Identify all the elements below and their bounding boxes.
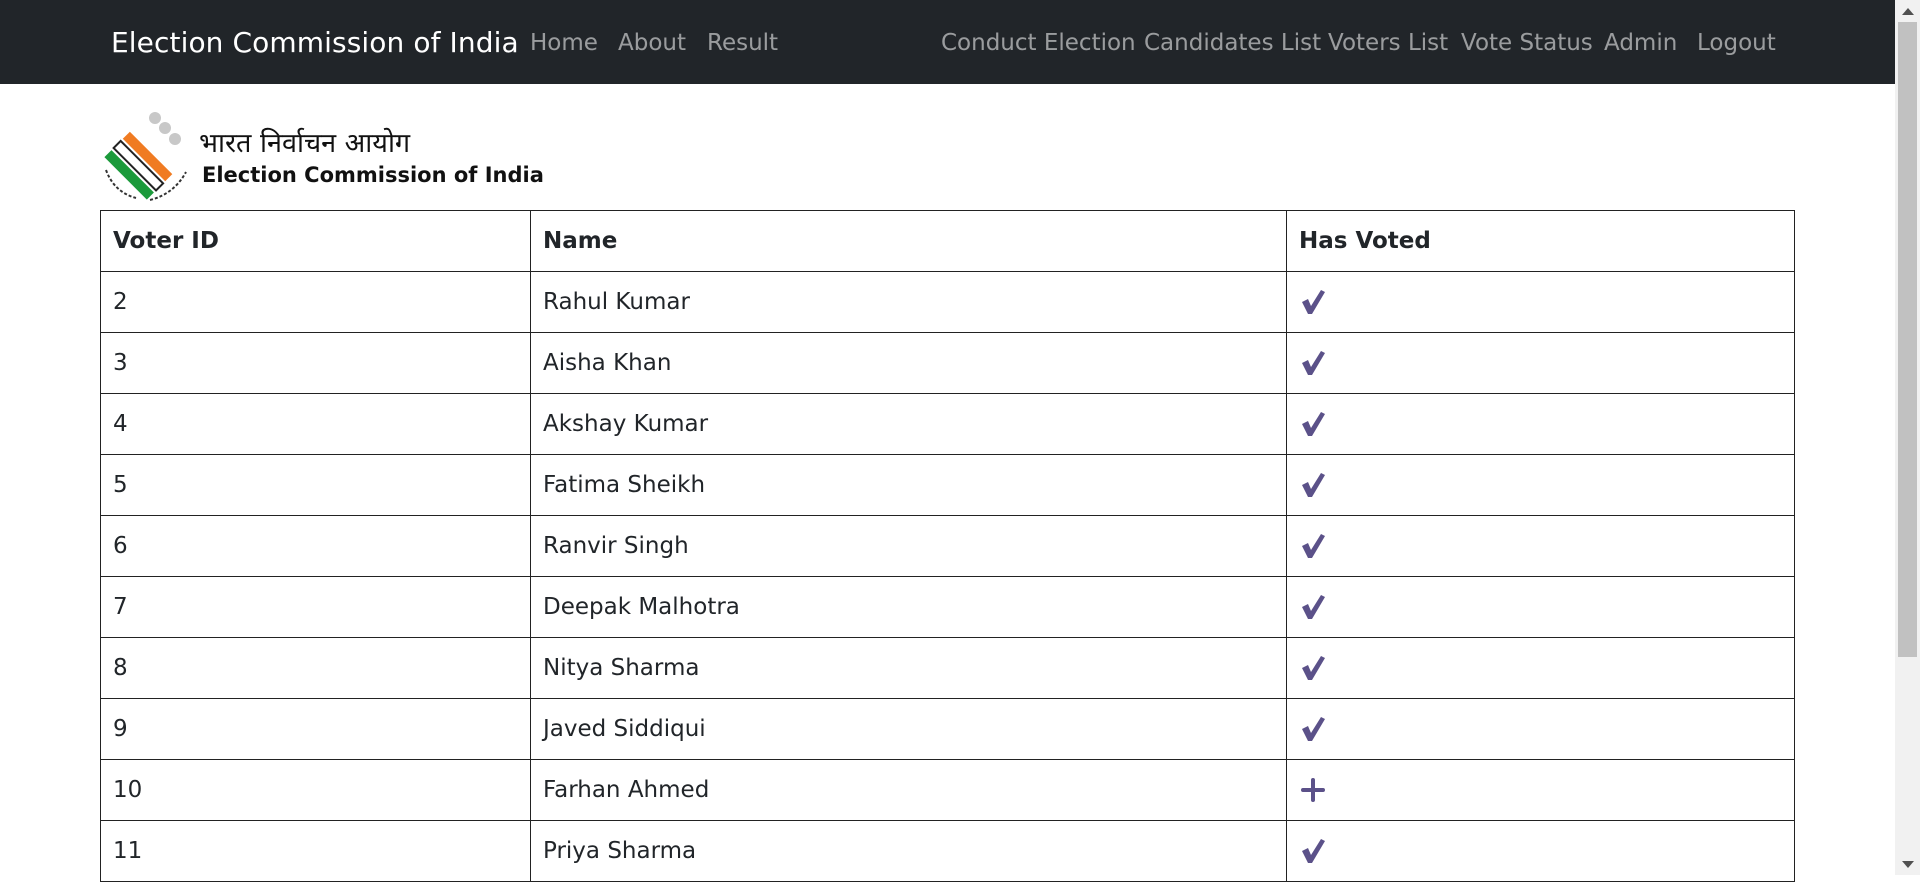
table-row: 8 Nitya Sharma xyxy=(100,637,1795,699)
voter-id-cell: 3 xyxy=(100,332,531,394)
header-has-voted: Has Voted xyxy=(1286,210,1795,272)
voters-table: Voter ID Name Has Voted 2 Rahul Kumar 3 Ais… xyxy=(100,210,1795,882)
table-row: 5 Fatima Sheikh xyxy=(100,454,1795,516)
voter-name-cell: Rahul Kumar xyxy=(530,271,1287,333)
nav-link-home[interactable]: Home xyxy=(530,0,598,86)
header-voter-id: Voter ID xyxy=(100,210,531,272)
logo-hindi-text: भारत निर्वाचन आयोग xyxy=(199,128,411,159)
check-icon xyxy=(1302,595,1325,619)
voter-name-cell: Akshay Kumar xyxy=(530,393,1287,455)
table-row: 7 Deepak Malhotra xyxy=(100,576,1795,638)
plus-icon xyxy=(1301,778,1325,802)
table-row: 9 Javed Siddiqui xyxy=(100,698,1795,760)
voter-id-cell: 4 xyxy=(100,393,531,455)
voter-id-cell: 6 xyxy=(100,515,531,577)
voter-name-cell: Farhan Ahmed xyxy=(530,759,1287,821)
voter-name-cell: Fatima Sheikh xyxy=(530,454,1287,516)
table-row: 11 Priya Sharma xyxy=(100,820,1795,882)
check-icon xyxy=(1302,656,1325,680)
table-row: 6 Ranvir Singh xyxy=(100,515,1795,577)
nav-link-admin[interactable]: Admin xyxy=(1604,0,1677,86)
ballot-emblem-icon xyxy=(104,112,187,201)
scroll-up-arrow-icon[interactable] xyxy=(1902,8,1914,15)
navbar-brand[interactable]: Election Commission of India xyxy=(111,0,519,86)
check-icon xyxy=(1302,717,1325,741)
has-voted-cell xyxy=(1286,759,1795,821)
nav-link-logout[interactable]: Logout xyxy=(1697,0,1776,86)
header-name: Name xyxy=(530,210,1287,272)
has-voted-cell xyxy=(1286,515,1795,577)
check-icon xyxy=(1302,290,1325,314)
logo-english-text: Election Commission of India xyxy=(202,163,544,187)
has-voted-cell xyxy=(1286,637,1795,699)
table-row: 10 Farhan Ahmed xyxy=(100,759,1795,821)
has-voted-cell xyxy=(1286,698,1795,760)
has-voted-cell xyxy=(1286,454,1795,516)
nav-link-vote-status[interactable]: Vote Status xyxy=(1461,0,1593,86)
voter-id-cell: 5 xyxy=(100,454,531,516)
voter-id-cell: 9 xyxy=(100,698,531,760)
nav-link-about[interactable]: About xyxy=(618,0,686,86)
check-icon xyxy=(1302,351,1325,375)
top-navbar: Election Commission of India Home About … xyxy=(0,0,1895,84)
check-icon xyxy=(1302,534,1325,558)
nav-link-voters-list[interactable]: Voters List xyxy=(1328,0,1448,86)
voter-name-cell: Nitya Sharma xyxy=(530,637,1287,699)
voter-name-cell: Priya Sharma xyxy=(530,820,1287,882)
nav-link-candidates-list[interactable]: Candidates List xyxy=(1144,0,1321,86)
check-icon xyxy=(1302,839,1325,863)
table-header-row: Voter ID Name Has Voted xyxy=(100,210,1795,272)
voter-id-cell: 8 xyxy=(100,637,531,699)
has-voted-cell xyxy=(1286,393,1795,455)
nav-link-result[interactable]: Result xyxy=(707,0,778,86)
voter-name-cell: Javed Siddiqui xyxy=(530,698,1287,760)
voter-id-cell: 10 xyxy=(100,759,531,821)
voter-id-cell: 11 xyxy=(100,820,531,882)
has-voted-cell xyxy=(1286,271,1795,333)
has-voted-cell xyxy=(1286,332,1795,394)
has-voted-cell xyxy=(1286,576,1795,638)
table-row: 2 Rahul Kumar xyxy=(100,271,1795,333)
eci-logo: भारत निर्वाचन आयोग Election Commission o… xyxy=(100,108,550,204)
table-row: 4 Akshay Kumar xyxy=(100,393,1795,455)
scrollbar-thumb[interactable] xyxy=(1898,22,1917,657)
table-row: 3 Aisha Khan xyxy=(100,332,1795,394)
check-icon xyxy=(1302,412,1325,436)
voter-name-cell: Aisha Khan xyxy=(530,332,1287,394)
scroll-down-arrow-icon[interactable] xyxy=(1902,861,1914,868)
check-icon xyxy=(1302,473,1325,497)
nav-link-conduct-election[interactable]: Conduct Election xyxy=(941,0,1136,86)
voter-id-cell: 7 xyxy=(100,576,531,638)
voter-id-cell: 2 xyxy=(100,271,531,333)
voter-name-cell: Deepak Malhotra xyxy=(530,576,1287,638)
voter-name-cell: Ranvir Singh xyxy=(530,515,1287,577)
has-voted-cell xyxy=(1286,820,1795,882)
